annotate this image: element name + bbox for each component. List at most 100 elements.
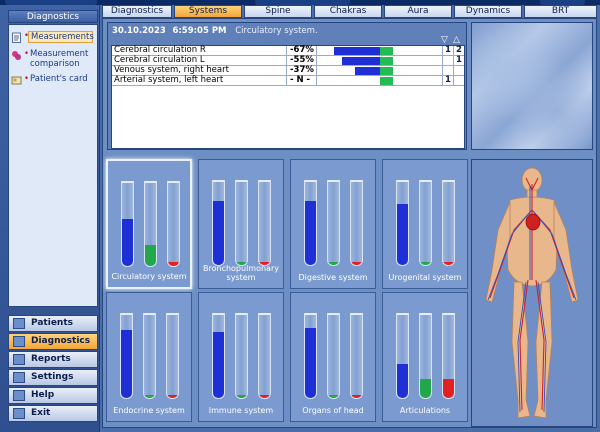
tube-fill: [397, 364, 408, 398]
nav-label: Patients: [31, 318, 73, 328]
exit-icon: [13, 408, 25, 419]
row-percent: -37%: [290, 65, 314, 75]
system-card-immune-system[interactable]: Immune system: [198, 292, 284, 422]
results-table: Cerebral circulation R -67% 1 2 Cerebral cir…: [111, 45, 465, 149]
results-panel: 30.10.2023 6:59:05 PM Circulatory system…: [107, 22, 467, 150]
sort-down-icon[interactable]: ▽: [441, 35, 448, 45]
test-tube: [144, 181, 157, 267]
settings-icon: [13, 372, 25, 383]
nav-settings[interactable]: Settings: [8, 369, 98, 386]
tube-fill: [328, 394, 339, 398]
system-label: Digestive system: [298, 273, 368, 282]
sidebar-item-patients-card[interactable]: • Patient's card: [11, 74, 97, 96]
system-label: Urogenital system: [388, 273, 462, 282]
tube-fill: [443, 261, 454, 265]
tube-fill: [351, 394, 362, 398]
system-card-bronchopulmonary-system[interactable]: Bronchopulmonary system: [198, 159, 284, 289]
tube-rim: [121, 313, 132, 315]
system-card-urogenital-system[interactable]: Urogenital system: [382, 159, 468, 289]
tab-spine[interactable]: Spine: [244, 5, 312, 18]
nav-help[interactable]: Help: [8, 387, 98, 404]
tube-rim: [420, 313, 431, 315]
tab-dynamics[interactable]: Dynamics: [454, 5, 522, 18]
tube-fill: [328, 261, 339, 265]
norm-marker: [380, 47, 393, 55]
test-tube: [396, 180, 409, 266]
tube-rim: [397, 313, 408, 315]
test-tube: [166, 313, 179, 399]
tube-fill: [145, 244, 156, 266]
tube-rim: [443, 313, 454, 315]
nav-label: Diagnostics: [31, 336, 91, 346]
test-tube: [235, 180, 248, 266]
nav-diagnostics[interactable]: Diagnostics: [8, 333, 98, 350]
test-tube: [327, 313, 340, 399]
system-card-organs-of-head[interactable]: Organs of head: [290, 292, 376, 422]
norm-marker: [380, 57, 393, 65]
tube-rim: [328, 313, 339, 315]
tab-chakras[interactable]: Chakras: [314, 5, 382, 18]
test-tube: [327, 180, 340, 266]
system-label: Bronchopulmonary system: [203, 264, 279, 282]
table-row[interactable]: Arterial system, left heart - N - 1: [112, 75, 464, 86]
nav-label: Exit: [31, 408, 51, 418]
sidebar-item-label: Patient's card: [30, 74, 88, 84]
system-card-endocrine-system[interactable]: Endocrine system: [106, 292, 192, 422]
system-label: Organs of head: [302, 406, 364, 415]
system-label: Articulations: [399, 406, 451, 415]
main-panel: 30.10.2023 6:59:05 PM Circulatory system…: [102, 18, 597, 428]
test-tube: [304, 180, 317, 266]
bullet-icon: •: [24, 49, 30, 59]
system-card-digestive-system[interactable]: Digestive system: [290, 159, 376, 289]
test-tube: [304, 313, 317, 399]
compare-icon: [12, 51, 21, 60]
tube-rim: [259, 313, 270, 315]
patients-icon: [13, 318, 25, 329]
tube-rim: [259, 180, 270, 182]
results-time: 6:59:05 PM: [172, 26, 227, 36]
tube-fill: [121, 330, 132, 398]
tube-rim: [328, 180, 339, 182]
tube-rim: [236, 313, 247, 315]
tab-diagnostics[interactable]: Diagnostics: [102, 5, 172, 18]
tube-rim: [305, 313, 316, 315]
tube-fill: [213, 201, 224, 265]
tube-rim: [168, 181, 179, 183]
nav-exit[interactable]: Exit: [8, 405, 98, 422]
tab-systems[interactable]: Systems: [174, 5, 242, 18]
sort-up-icon[interactable]: △: [453, 35, 460, 45]
results-system: Circulatory system.: [235, 26, 318, 36]
nav-label: Settings: [31, 372, 74, 382]
tube-fill: [213, 331, 224, 398]
test-tube: [350, 180, 363, 266]
system-label: Endocrine system: [113, 406, 185, 415]
tube-fill: [420, 261, 431, 265]
tube-fill: [236, 394, 247, 398]
card-icon: [11, 76, 22, 85]
test-tube: [121, 181, 134, 267]
sidebar: Diagnostics • Measurements • Measurement…: [0, 5, 100, 432]
reports-icon: [13, 354, 25, 365]
row-percent: -55%: [290, 55, 314, 65]
row-count-2: 1: [456, 55, 462, 65]
tab-aura[interactable]: Aura: [384, 5, 452, 18]
test-tube: [167, 181, 180, 267]
tab-brt[interactable]: BRT: [524, 5, 597, 18]
sidebar-item-measurements[interactable]: • Measurements: [11, 31, 97, 43]
sidebar-splitter[interactable]: [8, 308, 98, 313]
tube-fill: [305, 201, 316, 265]
tube-fill: [122, 219, 133, 266]
tab-bar: Diagnostics Systems Spine Chakras Aura D…: [102, 5, 597, 18]
tube-fill: [397, 203, 408, 265]
test-tube: [442, 313, 455, 399]
tube-rim: [420, 180, 431, 182]
nav-patients[interactable]: Patients: [8, 315, 98, 332]
nav-reports[interactable]: Reports: [8, 351, 98, 368]
tube-rim: [351, 180, 362, 182]
system-label: Circulatory system: [111, 272, 187, 281]
sidebar-item-measurement-comparison[interactable]: • Measurement comparison: [11, 49, 97, 71]
row-count-1: 1: [445, 75, 451, 85]
row-count-2: 2: [456, 45, 462, 55]
system-card-circulatory-system[interactable]: Circulatory system: [106, 159, 192, 289]
system-card-articulations[interactable]: Articulations: [382, 292, 468, 422]
